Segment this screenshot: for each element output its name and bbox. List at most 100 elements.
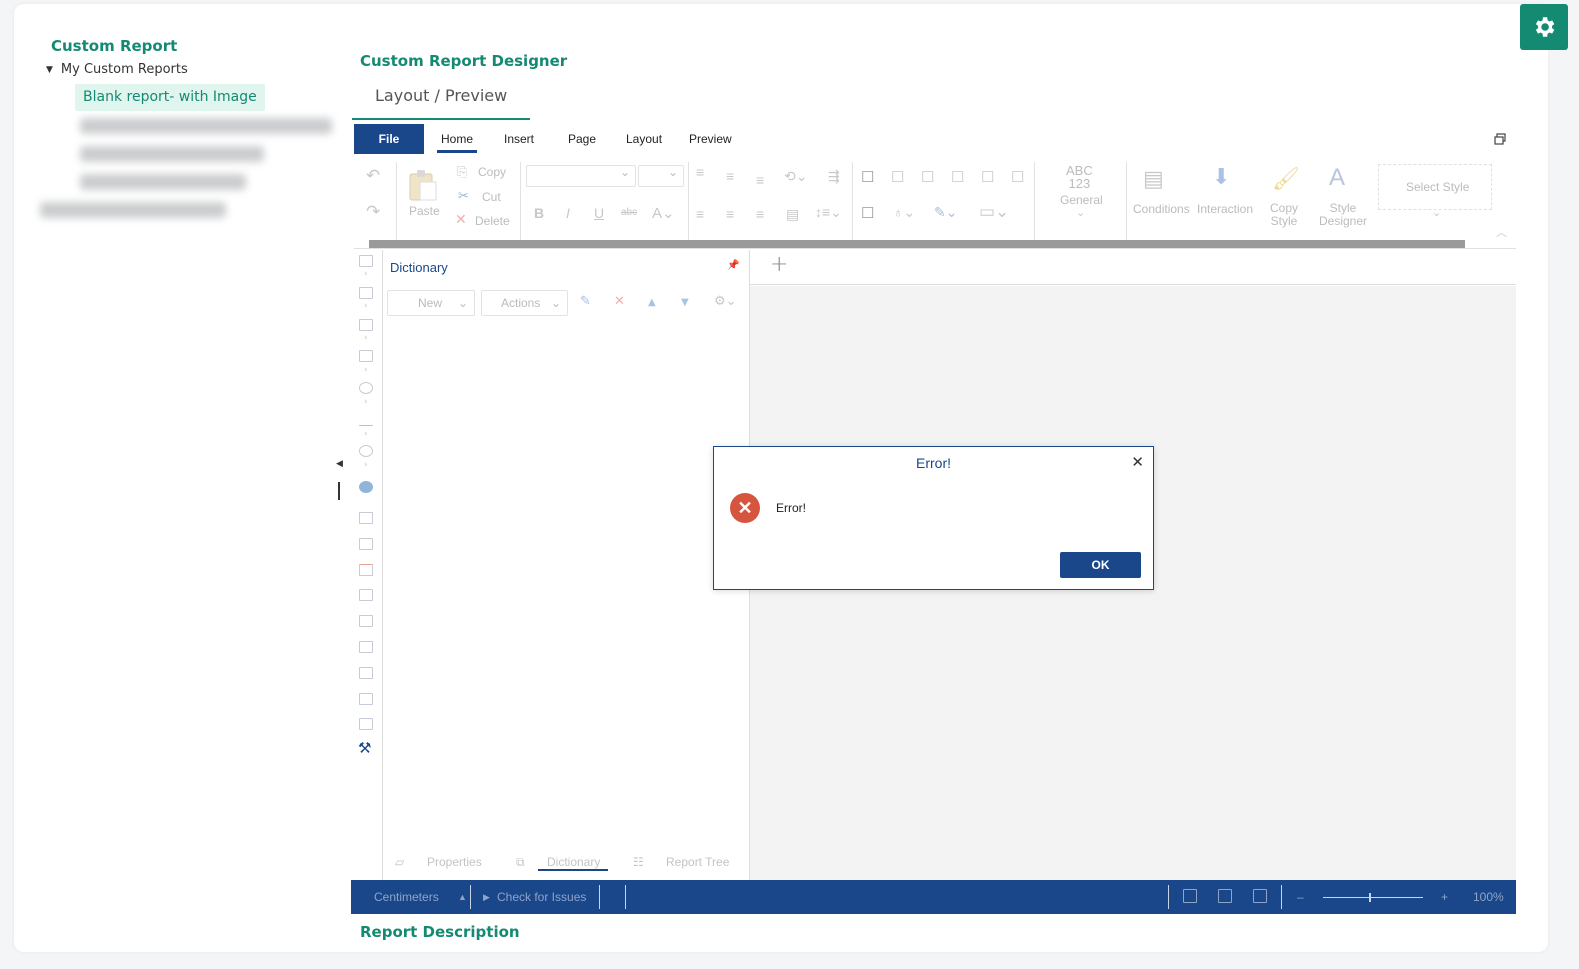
fill-color-icon[interactable]: ♁⌄: [893, 204, 915, 221]
bold-icon[interactable]: B: [534, 205, 544, 221]
chart-icon[interactable]: [359, 414, 373, 426]
zoom-out-icon[interactable]: –: [1297, 890, 1304, 904]
chevron-right-icon[interactable]: ›: [364, 429, 368, 439]
border-all-icon[interactable]: ☐: [861, 168, 874, 186]
collapse-ribbon-icon[interactable]: ︿: [1496, 224, 1507, 240]
check-issues-button[interactable]: Check for Issues: [497, 890, 586, 904]
delete-button[interactable]: Delete: [475, 214, 510, 228]
cut-button[interactable]: Cut: [482, 190, 501, 204]
components-icon[interactable]: [359, 319, 373, 331]
ok-button[interactable]: OK: [1060, 552, 1141, 578]
tab-home[interactable]: Home: [436, 124, 478, 154]
tools-icon[interactable]: ⚒: [358, 739, 371, 757]
footer-band-icon[interactable]: [359, 641, 373, 653]
justify-icon[interactable]: ▤: [786, 206, 799, 223]
border-bottom-icon[interactable]: ☐: [1011, 168, 1024, 186]
zoom-slider-knob[interactable]: [1369, 893, 1371, 902]
pin-icon[interactable]: 📌: [727, 260, 739, 271]
font-color-icon[interactable]: A⌄: [652, 204, 675, 222]
expand-triangle-icon[interactable]: ▼: [46, 65, 53, 75]
align-bottom-icon[interactable]: ≡: [756, 172, 764, 188]
border-right-icon[interactable]: ☐: [981, 168, 994, 186]
panel-icon[interactable]: [359, 667, 373, 679]
copy-button[interactable]: Copy: [478, 165, 506, 179]
globe-icon[interactable]: [359, 481, 373, 493]
actions-dropdown[interactable]: Actions ⌄: [481, 290, 568, 316]
border-none-icon[interactable]: ☐: [891, 168, 904, 186]
align-middle-icon[interactable]: ≡: [726, 168, 734, 184]
font-family-dropdown[interactable]: [526, 165, 636, 187]
cross-band-icon[interactable]: [359, 287, 373, 299]
header-band-icon[interactable]: [359, 615, 373, 627]
underline-icon[interactable]: U: [594, 205, 604, 221]
zoom-slider[interactable]: [1323, 897, 1423, 898]
chevron-right-icon[interactable]: ›: [364, 333, 368, 343]
chevron-down-icon[interactable]: ⌄: [1076, 206, 1085, 219]
restore-window-icon[interactable]: [1494, 133, 1506, 145]
table-icon[interactable]: [359, 693, 373, 705]
chevron-right-icon[interactable]: ›: [364, 365, 368, 375]
units-selector[interactable]: Centimeters: [374, 890, 439, 904]
text-in-cells-icon[interactable]: [359, 564, 373, 576]
tab-preview[interactable]: Preview: [689, 124, 732, 154]
tree-item-blurred[interactable]: [80, 118, 332, 134]
tab-report-tree[interactable]: Report Tree: [666, 855, 729, 869]
close-icon[interactable]: ✕: [1131, 453, 1144, 471]
conditions-button[interactable]: Conditions: [1133, 202, 1190, 216]
line-spacing-icon[interactable]: ↕≡⌄: [815, 204, 842, 221]
chevron-down-icon[interactable]: ⌄: [1432, 206, 1441, 219]
file-menu-button[interactable]: File: [354, 124, 424, 154]
add-page-icon[interactable]: +: [770, 252, 788, 277]
gauge-icon[interactable]: [359, 445, 373, 457]
tab-layout[interactable]: Layout: [626, 124, 662, 154]
fit-page-width-icon[interactable]: [1183, 889, 1197, 903]
border-style-icon[interactable]: ▭⌄: [979, 202, 1009, 222]
collapse-left-icon[interactable]: ◀: [336, 459, 343, 469]
text-format-icon[interactable]: ABC 123: [1066, 164, 1093, 190]
chevron-right-icon[interactable]: ›: [364, 397, 368, 407]
tree-item-blurred[interactable]: [80, 146, 264, 162]
barcode-icon[interactable]: [359, 350, 373, 362]
chevron-right-icon[interactable]: ›: [364, 301, 368, 311]
paste-label[interactable]: Paste: [409, 204, 440, 218]
delete-icon[interactable]: ✕: [614, 294, 625, 309]
rotate-text-icon[interactable]: ⟲⌄: [784, 168, 807, 185]
tab-insert[interactable]: Insert: [504, 124, 534, 154]
text-format-label[interactable]: General: [1060, 193, 1103, 207]
tab-properties[interactable]: Properties: [427, 855, 482, 869]
chevron-right-icon[interactable]: ›: [364, 269, 368, 279]
italic-icon[interactable]: I: [566, 205, 570, 221]
actual-size-icon[interactable]: [1253, 889, 1267, 903]
tree-item-blurred[interactable]: [80, 174, 246, 190]
style-designer-button[interactable]: Style Designer: [1318, 202, 1368, 228]
border-left-icon[interactable]: ☐: [921, 168, 934, 186]
settings-icon[interactable]: ⚙⌄: [714, 294, 737, 309]
border-color-icon[interactable]: ✎⌄: [934, 204, 957, 221]
tree-item-blurred[interactable]: [40, 202, 226, 218]
word-wrap-icon[interactable]: ⇶: [828, 168, 840, 185]
font-size-dropdown[interactable]: [638, 165, 684, 187]
move-down-icon[interactable]: ▼: [681, 297, 689, 308]
chevron-up-icon[interactable]: ▲: [458, 892, 467, 902]
tab-page[interactable]: Page: [568, 124, 596, 154]
border-settings-icon[interactable]: ☐: [861, 204, 874, 222]
settings-button[interactable]: [1520, 4, 1568, 50]
align-right-icon[interactable]: ≡: [756, 206, 764, 222]
rich-text-icon[interactable]: [359, 538, 373, 550]
paste-icon[interactable]: [408, 168, 438, 202]
picture-icon[interactable]: [359, 718, 373, 730]
fit-whole-page-icon[interactable]: [1218, 889, 1232, 903]
shapes-icon[interactable]: [359, 382, 373, 394]
new-dropdown[interactable]: New ⌄: [387, 290, 475, 316]
tree-item-selected[interactable]: Blank report- with Image: [75, 84, 265, 111]
chevron-right-icon[interactable]: ›: [364, 460, 368, 470]
interaction-button[interactable]: Interaction: [1197, 202, 1253, 216]
border-top-icon[interactable]: ☐: [951, 168, 964, 186]
edit-icon[interactable]: ✎: [580, 294, 591, 309]
redo-icon[interactable]: ↷: [366, 202, 380, 222]
tab-dictionary[interactable]: Dictionary: [547, 855, 600, 869]
align-center-icon[interactable]: ≡: [726, 206, 734, 222]
text-icon[interactable]: [359, 512, 373, 524]
band-icon[interactable]: [359, 255, 373, 267]
copy-style-button[interactable]: Copy Style: [1266, 202, 1302, 228]
